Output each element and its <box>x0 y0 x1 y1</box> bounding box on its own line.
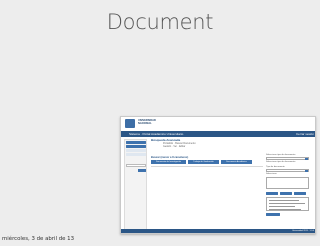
filter-button[interactable] <box>280 192 292 195</box>
app-screenshot: UNIVERSIDAD NACIONAL Sistema · Portal Ac… <box>120 116 316 234</box>
filter-button[interactable] <box>266 192 278 195</box>
option-line <box>269 203 305 204</box>
logo-text-line: NACIONAL <box>138 122 152 125</box>
filter-button[interactable] <box>294 192 306 195</box>
app-title: Sistema · Portal Académico Universitario <box>129 132 184 136</box>
logout-link[interactable]: Cerrar sesión <box>296 132 314 136</box>
filter-panel: Seleccione tipo de documento Seleccione … <box>266 154 312 224</box>
sidebar-item[interactable] <box>126 153 146 156</box>
tab-research-document[interactable]: Documento de Investigación <box>151 160 186 164</box>
sidebar-search-button[interactable] <box>138 169 146 172</box>
footer-bar: Universidad 2013 · 1.0.0 <box>121 229 315 233</box>
sidebar <box>124 139 147 233</box>
logo-bar: UNIVERSIDAD NACIONAL <box>121 117 315 131</box>
logo-text: UNIVERSIDAD NACIONAL <box>138 119 156 125</box>
sidebar-item[interactable] <box>126 141 146 144</box>
breadcrumb: Gestión · Ver · Editar <box>163 145 186 148</box>
option-line <box>269 209 301 210</box>
option-line <box>269 200 299 201</box>
divider <box>151 166 263 167</box>
chevron-down-icon <box>305 158 308 161</box>
filter-label: Seleccione tipo de documento <box>266 161 296 163</box>
filter-options-box <box>266 197 309 211</box>
university-logo-icon <box>125 119 135 128</box>
chevron-down-icon <box>305 170 308 173</box>
option-line <box>269 206 295 207</box>
tab-graduation-work[interactable]: Trabajo de Graduación <box>188 160 219 164</box>
tab-academic-document[interactable]: Documento Académico <box>221 160 252 164</box>
footer-text: Universidad 2013 · 1.0.0 <box>292 229 314 232</box>
app-header-bar: Sistema · Portal Académico Universitario… <box>121 131 315 137</box>
slide-date: miércoles, 3 de abril de 13 <box>2 236 75 242</box>
filter-label: Seleccione <box>266 173 277 175</box>
slide-title: Document <box>106 10 214 34</box>
filter-select[interactable] <box>266 169 309 173</box>
sidebar-item[interactable] <box>126 145 146 148</box>
search-section-title: Buscar (menor a 8 caracteres) <box>151 156 189 159</box>
sidebar-item[interactable] <box>126 149 146 152</box>
filter-textarea[interactable] <box>266 177 309 189</box>
sidebar-search-input[interactable] <box>126 164 146 167</box>
filter-button[interactable] <box>266 213 280 216</box>
filter-select[interactable] <box>266 157 309 161</box>
